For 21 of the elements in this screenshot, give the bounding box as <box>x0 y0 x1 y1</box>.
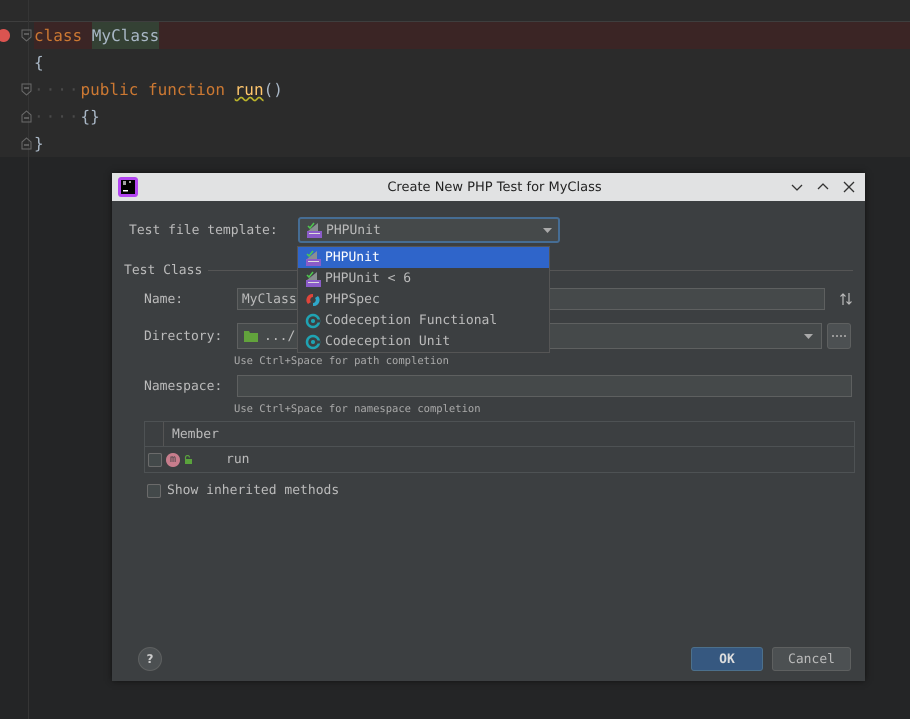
method-badge: m <box>166 452 180 466</box>
code-token: { <box>34 53 44 72</box>
code-token: public <box>80 80 140 99</box>
field-label: Namespace: <box>144 378 224 394</box>
window-title: Create New PHP Test for MyClass <box>386 180 603 194</box>
field-label: Directory: <box>144 328 224 344</box>
code-token: {} <box>80 107 100 126</box>
field-label: Name: <box>144 292 184 306</box>
code-token: run <box>234 80 264 99</box>
indent-guide: ···· <box>34 80 81 99</box>
code-token: () <box>264 80 283 99</box>
hint-text: Use Ctrl+Space for namespace completion <box>234 403 482 415</box>
code-token: } <box>34 134 44 153</box>
code-token: function <box>148 80 226 99</box>
section-title: Test Class <box>124 263 202 278</box>
code-token: MyClass <box>92 22 160 49</box>
table-cell: run <box>226 452 250 467</box>
indent-guide: ···· <box>34 107 81 126</box>
hint-text: Use Ctrl+Space for path completion <box>234 355 450 367</box>
field-label: Test file template: <box>129 222 279 238</box>
code-token: class <box>34 26 84 45</box>
